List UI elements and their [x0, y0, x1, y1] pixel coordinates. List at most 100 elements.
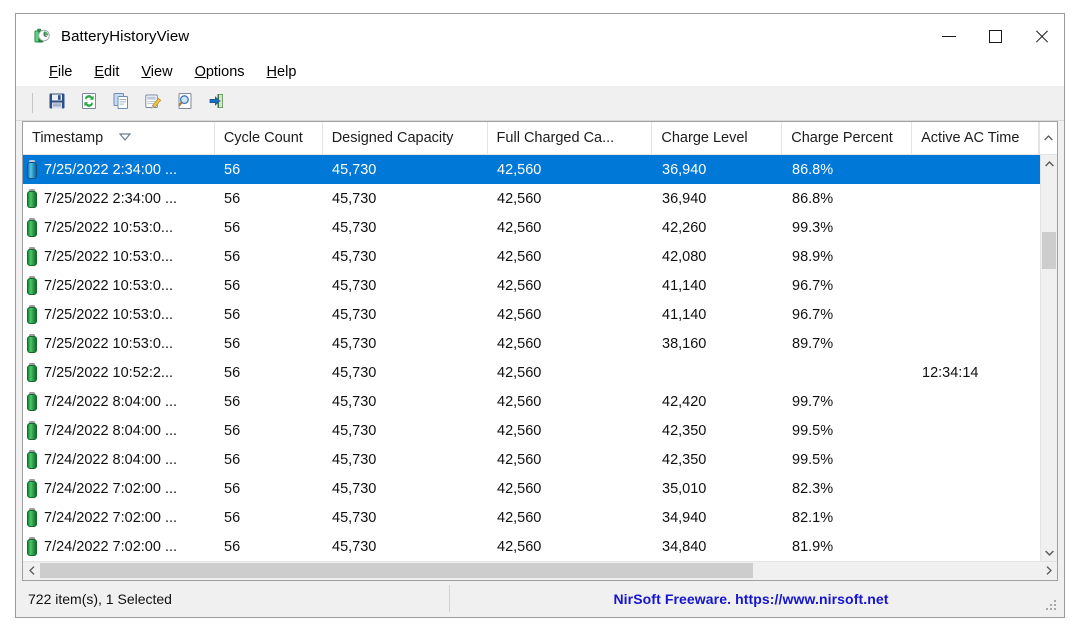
scroll-up-button[interactable] — [1041, 155, 1057, 172]
cell-charge-level: 34,940 — [653, 510, 783, 526]
cell-text: 42,560 — [497, 162, 541, 178]
copy-button[interactable] — [105, 89, 137, 117]
cell-text: 45,730 — [332, 510, 376, 526]
menu-item-file[interactable]: File — [38, 62, 83, 82]
horizontal-scrollbar[interactable] — [23, 561, 1057, 580]
table-row[interactable]: 7/24/2022 7:02:00 ...5645,73042,56034,94… — [23, 503, 1057, 532]
close-button[interactable] — [1018, 14, 1064, 58]
cell-text: 7/25/2022 2:34:00 ... — [44, 162, 177, 178]
cell-text: 7/25/2022 10:53:0... — [44, 307, 173, 323]
cell-text: 42,560 — [497, 365, 541, 381]
table-row[interactable]: 7/25/2022 10:53:0...5645,73042,56042,080… — [23, 242, 1057, 271]
cell-text: 56 — [224, 539, 240, 555]
cell-charge-level: 38,160 — [653, 336, 783, 352]
column-header-active-ac-time[interactable]: Active AC Time — [912, 122, 1039, 154]
cell-charge-percent: 96.7% — [783, 307, 913, 323]
cell-cycle-count: 56 — [215, 162, 323, 178]
scroll-down-button[interactable] — [1041, 544, 1057, 561]
table-row[interactable]: 7/24/2022 8:04:00 ...5645,73042,56042,35… — [23, 416, 1057, 445]
cell-full-charged-ca: 42,560 — [488, 278, 653, 294]
menu-item-edit[interactable]: Edit — [83, 62, 130, 82]
cell-text: 86.8% — [792, 191, 833, 207]
cell-charge-level: 34,840 — [653, 539, 783, 555]
battery-icon — [27, 363, 37, 382]
cell-text: 34,840 — [662, 539, 706, 555]
cell-charge-level: 42,080 — [653, 249, 783, 265]
cell-cycle-count: 56 — [215, 394, 323, 410]
cell-text: 42,560 — [497, 510, 541, 526]
cell-text: 45,730 — [332, 394, 376, 410]
find-icon — [176, 92, 194, 115]
horizontal-scroll-thumb[interactable] — [40, 563, 753, 578]
column-header-label: Timestamp — [32, 130, 103, 146]
cell-charge-level: 35,010 — [653, 481, 783, 497]
cell-text: 42,560 — [497, 336, 541, 352]
scroll-right-button[interactable] — [1040, 562, 1057, 579]
cell-charge-percent: 99.3% — [783, 220, 913, 236]
cell-text: 42,560 — [497, 539, 541, 555]
menu-label-options-rest: ptions — [206, 64, 245, 80]
cell-text: 42,560 — [497, 249, 541, 265]
cell-timestamp: 7/25/2022 10:52:2... — [23, 363, 215, 382]
cell-designed-capacity: 45,730 — [323, 307, 488, 323]
vertical-scroll-thumb[interactable] — [1042, 232, 1056, 269]
battery-icon — [27, 392, 37, 411]
battery-icon — [27, 218, 37, 237]
table-row[interactable]: 7/25/2022 10:53:0...5645,73042,56038,160… — [23, 329, 1057, 358]
cell-designed-capacity: 45,730 — [323, 191, 488, 207]
find-button[interactable] — [169, 89, 201, 117]
column-header-full-charged-ca[interactable]: Full Charged Ca... — [488, 122, 653, 154]
scroll-left-button[interactable] — [23, 562, 40, 579]
battery-icon — [27, 276, 37, 295]
table-row[interactable]: 7/24/2022 8:04:00 ...5645,73042,56042,35… — [23, 445, 1057, 474]
cell-text: 45,730 — [332, 423, 376, 439]
cell-text: 42,560 — [497, 452, 541, 468]
column-header-timestamp[interactable]: Timestamp — [23, 122, 215, 154]
battery-icon — [27, 508, 37, 527]
column-header-charge-level[interactable]: Charge Level — [652, 122, 782, 154]
table-row[interactable]: 7/25/2022 10:53:0...5645,73042,56042,260… — [23, 213, 1057, 242]
battery-icon — [27, 247, 37, 266]
battery-icon — [27, 160, 37, 179]
cell-charge-percent: 96.7% — [783, 278, 913, 294]
column-header-label: Active AC Time — [921, 130, 1019, 146]
cell-timestamp: 7/25/2022 2:34:00 ... — [23, 189, 215, 208]
maximize-button[interactable] — [972, 14, 1018, 58]
column-header-label: Cycle Count — [224, 130, 303, 146]
table-row[interactable]: 7/24/2022 7:02:00 ...5645,73042,56034,84… — [23, 532, 1057, 561]
menu-item-view[interactable]: View — [130, 62, 183, 82]
table-row[interactable]: 7/25/2022 10:53:0...5645,73042,56041,140… — [23, 271, 1057, 300]
save-button[interactable] — [41, 89, 73, 117]
vertical-scrollbar[interactable] — [1040, 155, 1057, 561]
column-header-label: Charge Level — [661, 130, 747, 146]
cell-text: 42,560 — [497, 481, 541, 497]
window-controls — [926, 14, 1064, 58]
cell-charge-percent: 86.8% — [783, 162, 913, 178]
menu-label-help-rest: elp — [277, 64, 296, 80]
table-row[interactable]: 7/25/2022 10:52:2...5645,73042,56012:34:… — [23, 358, 1057, 387]
resize-grip[interactable] — [1044, 598, 1060, 612]
properties-button[interactable] — [137, 89, 169, 117]
column-header-charge-percent[interactable]: Charge Percent — [782, 122, 912, 154]
exit-button[interactable] — [201, 89, 233, 117]
table-row[interactable]: 7/24/2022 8:04:00 ...5645,73042,56042,42… — [23, 387, 1057, 416]
cell-timestamp: 7/24/2022 8:04:00 ... — [23, 450, 215, 469]
column-header-designed-capacity[interactable]: Designed Capacity — [323, 122, 488, 154]
cell-full-charged-ca: 42,560 — [488, 307, 653, 323]
cell-text: 56 — [224, 307, 240, 323]
status-credit-link[interactable]: NirSoft Freeware. https://www.nirsoft.ne… — [450, 585, 1044, 612]
column-header-cycle-count[interactable]: Cycle Count — [215, 122, 323, 154]
table-row[interactable]: 7/25/2022 2:34:00 ...5645,73042,56036,94… — [23, 184, 1057, 213]
cell-text: 56 — [224, 394, 240, 410]
cell-timestamp: 7/24/2022 7:02:00 ... — [23, 537, 215, 556]
table-row[interactable]: 7/25/2022 10:53:0...5645,73042,56041,140… — [23, 300, 1057, 329]
cell-cycle-count: 56 — [215, 191, 323, 207]
column-header-label: Charge Percent — [791, 130, 893, 146]
table-row[interactable]: 7/25/2022 2:34:00 ...5645,73042,56036,94… — [23, 155, 1057, 184]
table-row[interactable]: 7/24/2022 7:02:00 ...5645,73042,56035,01… — [23, 474, 1057, 503]
minimize-button[interactable] — [926, 14, 972, 58]
menu-item-help[interactable]: Help — [256, 62, 308, 82]
refresh-button[interactable] — [73, 89, 105, 117]
cell-text: 99.5% — [792, 452, 833, 468]
menu-item-options[interactable]: Options — [184, 62, 256, 82]
